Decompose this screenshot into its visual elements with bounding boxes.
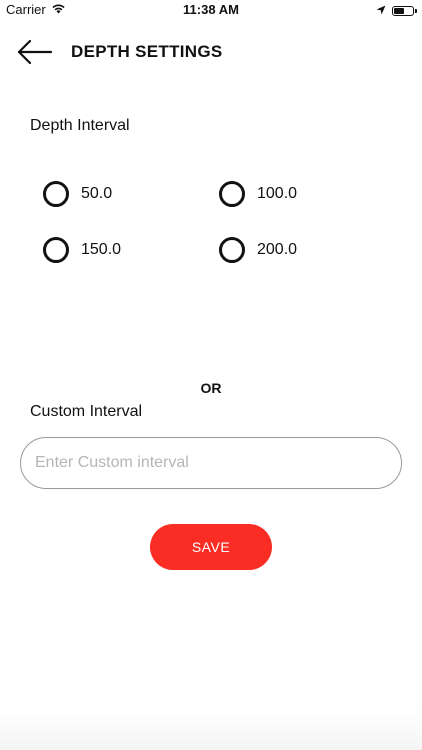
radio-option-50[interactable]: 50.0 — [43, 181, 112, 207]
radio-option-150[interactable]: 150.0 — [43, 237, 121, 263]
status-bar: Carrier 11:38 AM — [0, 0, 422, 20]
radio-circle[interactable] — [219, 181, 245, 207]
save-button[interactable]: SAVE — [150, 524, 272, 570]
depth-interval-label: Depth Interval — [30, 117, 130, 134]
radio-label: 100.0 — [257, 185, 298, 202]
status-time: 11:38 AM — [183, 2, 239, 17]
page-title: DEPTH SETTINGS — [71, 42, 223, 61]
radio-option-200[interactable]: 200.0 — [219, 237, 297, 263]
status-right — [376, 3, 417, 18]
radio-circle[interactable] — [43, 237, 69, 263]
radio-label: 50.0 — [81, 185, 113, 202]
radio-circle[interactable] — [219, 237, 245, 263]
location-arrow-icon — [376, 3, 386, 18]
custom-interval-input[interactable] — [20, 437, 402, 489]
bottom-area — [0, 710, 422, 750]
back-arrow-icon — [17, 39, 53, 65]
radio-label: 200.0 — [257, 241, 298, 258]
header: DEPTH SETTINGS — [0, 34, 422, 70]
back-arrow-button[interactable] — [16, 37, 54, 67]
radio-circle[interactable] — [43, 181, 69, 207]
radio-label: 150.0 — [81, 241, 122, 258]
battery-icon — [392, 5, 417, 16]
radio-option-100[interactable]: 100.0 — [219, 181, 297, 207]
custom-interval-label: Custom Interval — [30, 403, 143, 420]
or-separator: OR — [200, 380, 222, 396]
